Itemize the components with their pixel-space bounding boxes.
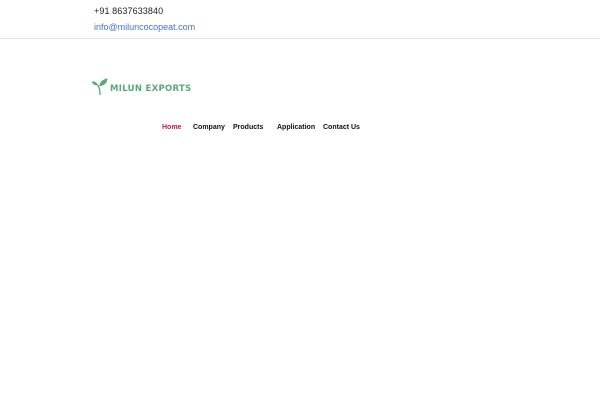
nav-item-products[interactable]: Products: [233, 124, 263, 131]
logo-text: MILUN EXPORTS: [110, 84, 192, 94]
phone-number: +91 8637633840: [94, 6, 164, 16]
main-navigation: Home Company Products Application Contac…: [0, 124, 600, 136]
nav-item-contact-us[interactable]: Contact Us: [323, 124, 360, 131]
email-link[interactable]: info@miluncocopeat.com: [94, 22, 195, 32]
site-logo[interactable]: MILUN EXPORTS: [91, 74, 192, 96]
nav-item-home[interactable]: Home: [162, 124, 181, 131]
leaf-sprout-icon: [91, 78, 108, 96]
nav-item-company[interactable]: Company: [193, 124, 225, 131]
top-contact-bar: +91 8637633840 info@miluncocopeat.com: [0, 0, 600, 39]
nav-item-application[interactable]: Application: [277, 124, 315, 131]
